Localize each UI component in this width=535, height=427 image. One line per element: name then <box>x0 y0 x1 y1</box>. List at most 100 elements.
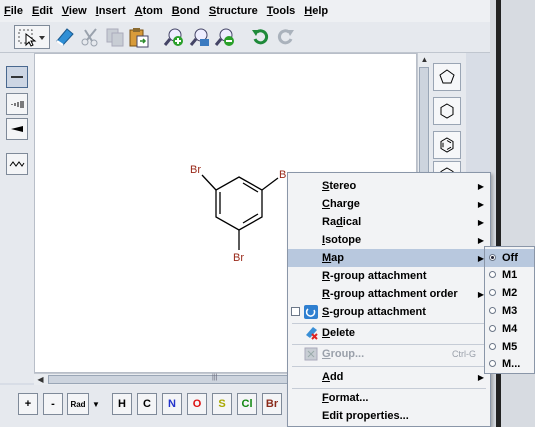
menu-format[interactable]: Format... <box>288 389 490 407</box>
menu-isotope[interactable]: Isotope ▶ <box>288 231 490 249</box>
cut-button[interactable] <box>78 25 102 49</box>
increase-charge-button[interactable]: + <box>18 393 38 415</box>
menu-help[interactable]: Help <box>304 5 328 17</box>
submenu-arrow-icon: ▶ <box>477 217 484 227</box>
menu-radical[interactable]: Radical ▶ <box>288 213 490 231</box>
selection-arrow-icon <box>18 29 45 47</box>
zoom-out-button[interactable] <box>213 25 237 49</box>
hexagon-icon <box>440 103 454 119</box>
zoom-in-icon <box>163 28 183 46</box>
cyclopentane-template-button[interactable] <box>433 63 461 91</box>
undo-button[interactable] <box>248 25 272 49</box>
menu-sgroup-attachment-label: S-group attachment <box>322 306 426 318</box>
map-option-m3[interactable]: M3 <box>485 302 534 320</box>
menu-stereo[interactable]: Stereo ▶ <box>288 177 490 195</box>
zoom-fit-button[interactable] <box>188 25 212 49</box>
radio-icon <box>489 271 496 278</box>
group-shortcut: Ctrl-G <box>452 349 476 359</box>
hashed-bond-icon <box>11 101 24 108</box>
menu-delete[interactable]: Delete <box>288 324 490 342</box>
map-option-more[interactable]: M... <box>485 355 534 373</box>
menu-add-label: Add <box>322 371 344 383</box>
scissors-icon <box>81 28 98 47</box>
delete-icon <box>306 327 318 340</box>
redo-icon <box>277 29 294 45</box>
scroll-up-arrow-icon[interactable]: ▲ <box>419 54 430 65</box>
menu-structure[interactable]: Structure <box>209 5 258 17</box>
map-option-m2[interactable]: M2 <box>485 284 534 302</box>
map-option-m1[interactable]: M1 <box>485 266 534 284</box>
submenu-arrow-icon: ▶ <box>477 181 484 191</box>
benzene-icon <box>440 137 454 153</box>
atom-br-bottom[interactable]: Br <box>233 252 244 264</box>
element-br-button[interactable]: Br <box>262 393 282 415</box>
eraser-button[interactable] <box>52 25 76 49</box>
menu-bond[interactable]: Bond <box>172 5 200 17</box>
menu-rgroup-attachment-label: R-group attachment <box>322 270 427 282</box>
menu-delete-label: Delete <box>322 327 356 339</box>
element-n-button[interactable]: N <box>162 393 182 415</box>
map-option-m5[interactable]: M5 <box>485 338 534 356</box>
scroll-left-arrow-icon[interactable]: ◀ <box>35 374 46 385</box>
zoom-fit-icon <box>189 28 209 46</box>
menu-edit-properties-label: Edit properties... <box>322 410 409 422</box>
redo-button[interactable] <box>274 25 298 49</box>
menu-stereo-label: Stereo <box>322 180 357 192</box>
atom-br-left[interactable]: Br <box>190 164 201 176</box>
zoom-in-button[interactable] <box>162 25 186 49</box>
map-option-off[interactable]: Off <box>485 249 534 267</box>
chain-icon <box>9 161 25 167</box>
benzene-template-button[interactable] <box>433 131 461 159</box>
cyclohexane-template-button[interactable] <box>433 97 461 125</box>
menu-view[interactable]: View <box>62 5 87 17</box>
scroll-grip-icon: ||| <box>212 374 218 381</box>
menu-group[interactable]: Group... Ctrl-G <box>288 345 490 363</box>
menu-radical-label: Radical <box>322 216 362 228</box>
menu-edit[interactable]: Edit <box>32 5 53 17</box>
atom-context-menu: Stereo ▶ Charge ▶ Radical ▶ Isotope ▶ Map ▶ R… <box>287 172 491 427</box>
menu-rgroup-attachment-order[interactable]: R-group attachment order ▶ <box>288 285 490 303</box>
group-icon <box>304 347 318 361</box>
radio-icon <box>489 360 496 367</box>
map-option-m4[interactable]: M4 <box>485 320 534 338</box>
radio-icon <box>489 343 496 350</box>
single-bond-button[interactable] <box>6 66 28 88</box>
element-s-button[interactable]: S <box>212 393 232 415</box>
menu-bar: File Edit View Insert Atom Bond Structur… <box>0 0 490 22</box>
menu-rgroup-attachment[interactable]: R-group attachment <box>288 267 490 285</box>
element-c-button[interactable]: C <box>137 393 157 415</box>
pentagon-icon <box>439 69 455 84</box>
menu-tools[interactable]: Tools <box>267 5 296 17</box>
single-bond-icon <box>11 76 23 78</box>
element-o-button[interactable]: O <box>187 393 207 415</box>
map-submenu: Off M1 M2 M3 M4 M5 M... <box>484 246 535 374</box>
menu-map[interactable]: Map ▶ <box>288 249 490 267</box>
menu-charge[interactable]: Charge ▶ <box>288 195 490 213</box>
radical-button[interactable]: Rad <box>67 393 89 415</box>
selection-tool-button[interactable] <box>14 25 50 49</box>
chain-tool-button[interactable] <box>6 153 28 175</box>
copy-icon <box>106 28 124 47</box>
hashed-bond-button[interactable] <box>6 93 28 115</box>
eraser-icon <box>56 28 74 46</box>
menu-atom[interactable]: Atom <box>135 5 163 17</box>
menu-map-label: Map <box>322 252 345 264</box>
sgroup-icon <box>304 305 318 319</box>
menu-add[interactable]: Add ▶ <box>288 368 490 386</box>
menu-sgroup-attachment[interactable]: S-group attachment <box>288 303 490 321</box>
zoom-out-icon <box>214 28 234 46</box>
element-cl-button[interactable]: Cl <box>237 393 257 415</box>
checkbox-icon[interactable] <box>291 307 300 316</box>
menu-file[interactable]: File <box>4 5 23 17</box>
decrease-charge-button[interactable]: - <box>43 393 63 415</box>
marvin-sketch-window: File Edit View Insert Atom Bond Structur… <box>0 0 535 427</box>
wedge-bond-button[interactable] <box>6 118 28 140</box>
element-h-button[interactable]: H <box>112 393 132 415</box>
menu-group-label: Group... <box>322 348 365 360</box>
radical-dropdown-chevron-icon[interactable]: ▼ <box>92 400 100 409</box>
paste-icon <box>129 28 149 48</box>
menu-insert[interactable]: Insert <box>96 5 126 17</box>
paste-button[interactable] <box>127 25 151 49</box>
menu-edit-properties[interactable]: Edit properties... <box>288 407 490 425</box>
copy-button[interactable] <box>103 25 127 49</box>
